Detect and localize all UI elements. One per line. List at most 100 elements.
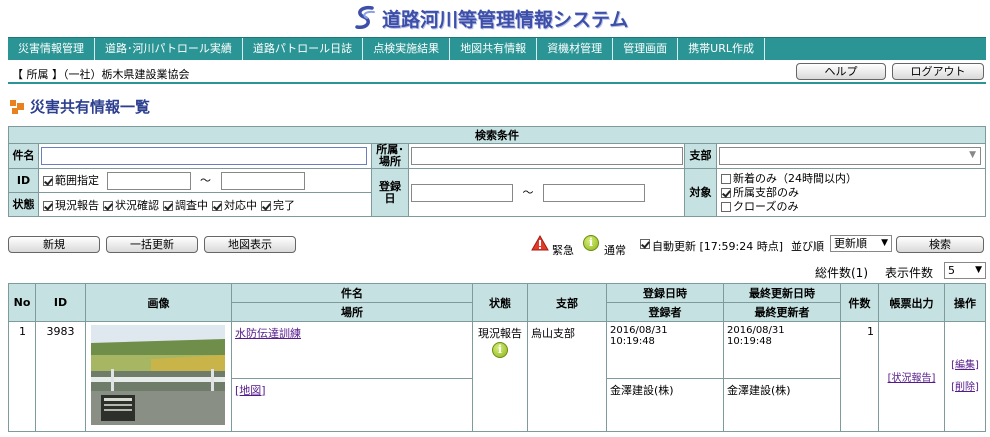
page-title-area: 災害共有情報一覧	[10, 96, 150, 117]
nav-item-7[interactable]: 携帯URL作成	[678, 38, 766, 60]
affiliation-text: 【 所属 】（一社）栃木県建設業協会	[12, 68, 190, 81]
col-count: 件数	[840, 283, 879, 322]
target-option-label: 新着のみ（24時間以内）	[733, 171, 857, 185]
branch-select[interactable]: ▼	[719, 147, 981, 165]
dept-place-input[interactable]	[411, 147, 683, 165]
target-option-label: 所属支部のみ	[733, 185, 799, 199]
col-subject: 件名	[231, 283, 473, 303]
new-button[interactable]: 新規	[8, 236, 100, 253]
col-no: No	[8, 283, 36, 322]
info-icon: i	[492, 342, 508, 358]
row-status: 現況報告	[478, 327, 522, 340]
col-upd-date: 最終更新日時	[723, 283, 841, 303]
nav-item-2[interactable]: 道路パトロール日誌	[243, 38, 364, 60]
col-ops: 操作	[944, 283, 986, 322]
nav-item-1[interactable]: 道路･河川パトロール実績	[95, 38, 243, 60]
sort-label: 並び順	[791, 240, 824, 253]
affiliation-bar: 【 所属 】（一社）栃木県建設業協会 ヘルプ ログアウト	[8, 61, 986, 84]
col-place: 場所	[231, 302, 473, 322]
row-branch: 烏山支部	[527, 321, 607, 432]
report-link[interactable]: [状況報告]	[888, 373, 936, 384]
subject-input[interactable]	[41, 147, 367, 165]
row-id: 3983	[35, 321, 86, 432]
total-count: 総件数(1)	[815, 266, 868, 280]
delete-link[interactable]: [削除]	[951, 382, 979, 393]
results-table: No ID 画像 件名 状態 支部 登録日時 最終更新日時 件数 帳票出力 操作…	[8, 283, 986, 433]
sort-select[interactable]: 更新順	[830, 235, 892, 252]
status-option-label: 完了	[273, 198, 295, 212]
subject-link[interactable]: 水防伝達訓練	[235, 327, 301, 340]
range-checkbox[interactable]	[43, 175, 53, 186]
page-title: 災害共有情報一覧	[30, 98, 151, 116]
per-page-select[interactable]: 5	[944, 262, 986, 279]
logout-button[interactable]: ログアウト	[892, 63, 984, 80]
title-bullet-icon	[10, 99, 24, 114]
row-no: 1	[8, 321, 36, 432]
subject-label: 件名	[8, 143, 39, 169]
target-checkbox-1[interactable]	[721, 187, 731, 198]
status-option-label: 調査中	[175, 198, 208, 212]
status-checkbox-2[interactable]	[163, 200, 173, 211]
status-checkbox-1[interactable]	[103, 200, 113, 211]
reg-date-to-input[interactable]	[543, 183, 645, 202]
target-checkbox-0[interactable]	[721, 173, 731, 184]
col-id: ID	[35, 283, 86, 322]
target-label: 対象	[684, 168, 717, 217]
status-option-label: 状況確認	[115, 198, 159, 212]
nav-item-0[interactable]: 災害情報管理	[8, 38, 95, 60]
nav-item-6[interactable]: 管理画面	[613, 38, 679, 60]
dept-place-label: 所属･ 場所	[371, 143, 409, 169]
map-view-button[interactable]: 地図表示	[204, 236, 296, 253]
col-image: 画像	[85, 283, 232, 322]
search-button[interactable]: 検索	[896, 236, 984, 253]
row-upd-datetime: 2016/08/31 10:19:48	[723, 321, 841, 379]
search-form: 検索条件 件名 所属･ 場所 支部 ▼ ID 範囲指定 ～ 登録日 ～ 対象 新…	[8, 126, 986, 217]
id-from-input[interactable]	[106, 171, 191, 190]
col-branch: 支部	[527, 283, 607, 322]
status-checkbox-3[interactable]	[212, 200, 222, 211]
header: 道路河川等管理情報システム	[0, 0, 990, 36]
info-icon: i	[583, 235, 599, 251]
legend-urgent: 緊急	[552, 244, 574, 257]
nav-item-5[interactable]: 資機材管理	[537, 38, 614, 60]
edit-link[interactable]: [編集]	[951, 360, 979, 371]
auto-update-checkbox[interactable]	[640, 239, 650, 249]
bulk-update-button[interactable]: 一括更新	[106, 236, 198, 253]
app-logo: 道路河川等管理情報システム	[352, 4, 628, 32]
col-reg-date: 登録日時	[606, 283, 724, 303]
reg-date-from-input[interactable]	[411, 183, 513, 202]
row-status-cell: 現況報告 i	[472, 321, 528, 432]
status-label: 状態	[8, 192, 39, 217]
col-updater: 最終更新者	[723, 302, 841, 322]
nav-item-4[interactable]: 地図共有情報	[450, 38, 538, 60]
status-option-label: 現況報告	[55, 198, 99, 212]
range-label: 範囲指定	[55, 173, 99, 187]
search-caption: 検索条件	[8, 126, 986, 144]
per-page-label: 表示件数	[885, 266, 934, 280]
chevron-down-icon: ▼	[969, 150, 976, 160]
branch-label: 支部	[684, 143, 717, 169]
auto-update-label: 自動更新 [17:59:24 時点]	[652, 240, 783, 253]
row-image-cell	[85, 321, 232, 432]
nav-item-3[interactable]: 点検実施結果	[363, 38, 451, 60]
help-button[interactable]: ヘルプ	[796, 63, 886, 80]
main-nav: 災害情報管理 道路･河川パトロール実績 道路パトロール日誌 点検実施結果 地図共有情報資…	[8, 37, 986, 60]
warning-icon	[531, 235, 549, 251]
target-option-label: クローズのみ	[733, 199, 799, 213]
disaster-photo[interactable]	[91, 325, 225, 425]
id-to-input[interactable]	[220, 171, 305, 190]
row-count: 1	[840, 321, 879, 432]
reg-date-label: 登録日	[371, 168, 409, 217]
tilde: ～	[522, 185, 534, 199]
legend-normal: 通常	[604, 244, 626, 257]
status-checkbox-0[interactable]	[43, 200, 53, 211]
status-checkbox-4[interactable]	[261, 200, 271, 211]
row-updater: 金澤建設(株)	[723, 377, 841, 433]
table-row: 1 3983 水防伝達訓練 現況報告 i 烏山支部 2016/08/31 10:…	[8, 321, 986, 432]
status-option-label: 対応中	[224, 198, 257, 212]
tilde: ～	[200, 173, 211, 187]
col-status: 状態	[472, 283, 528, 322]
target-checkbox-2[interactable]	[721, 201, 731, 212]
map-link[interactable]: [地図]	[235, 384, 266, 397]
id-label: ID	[8, 168, 39, 193]
